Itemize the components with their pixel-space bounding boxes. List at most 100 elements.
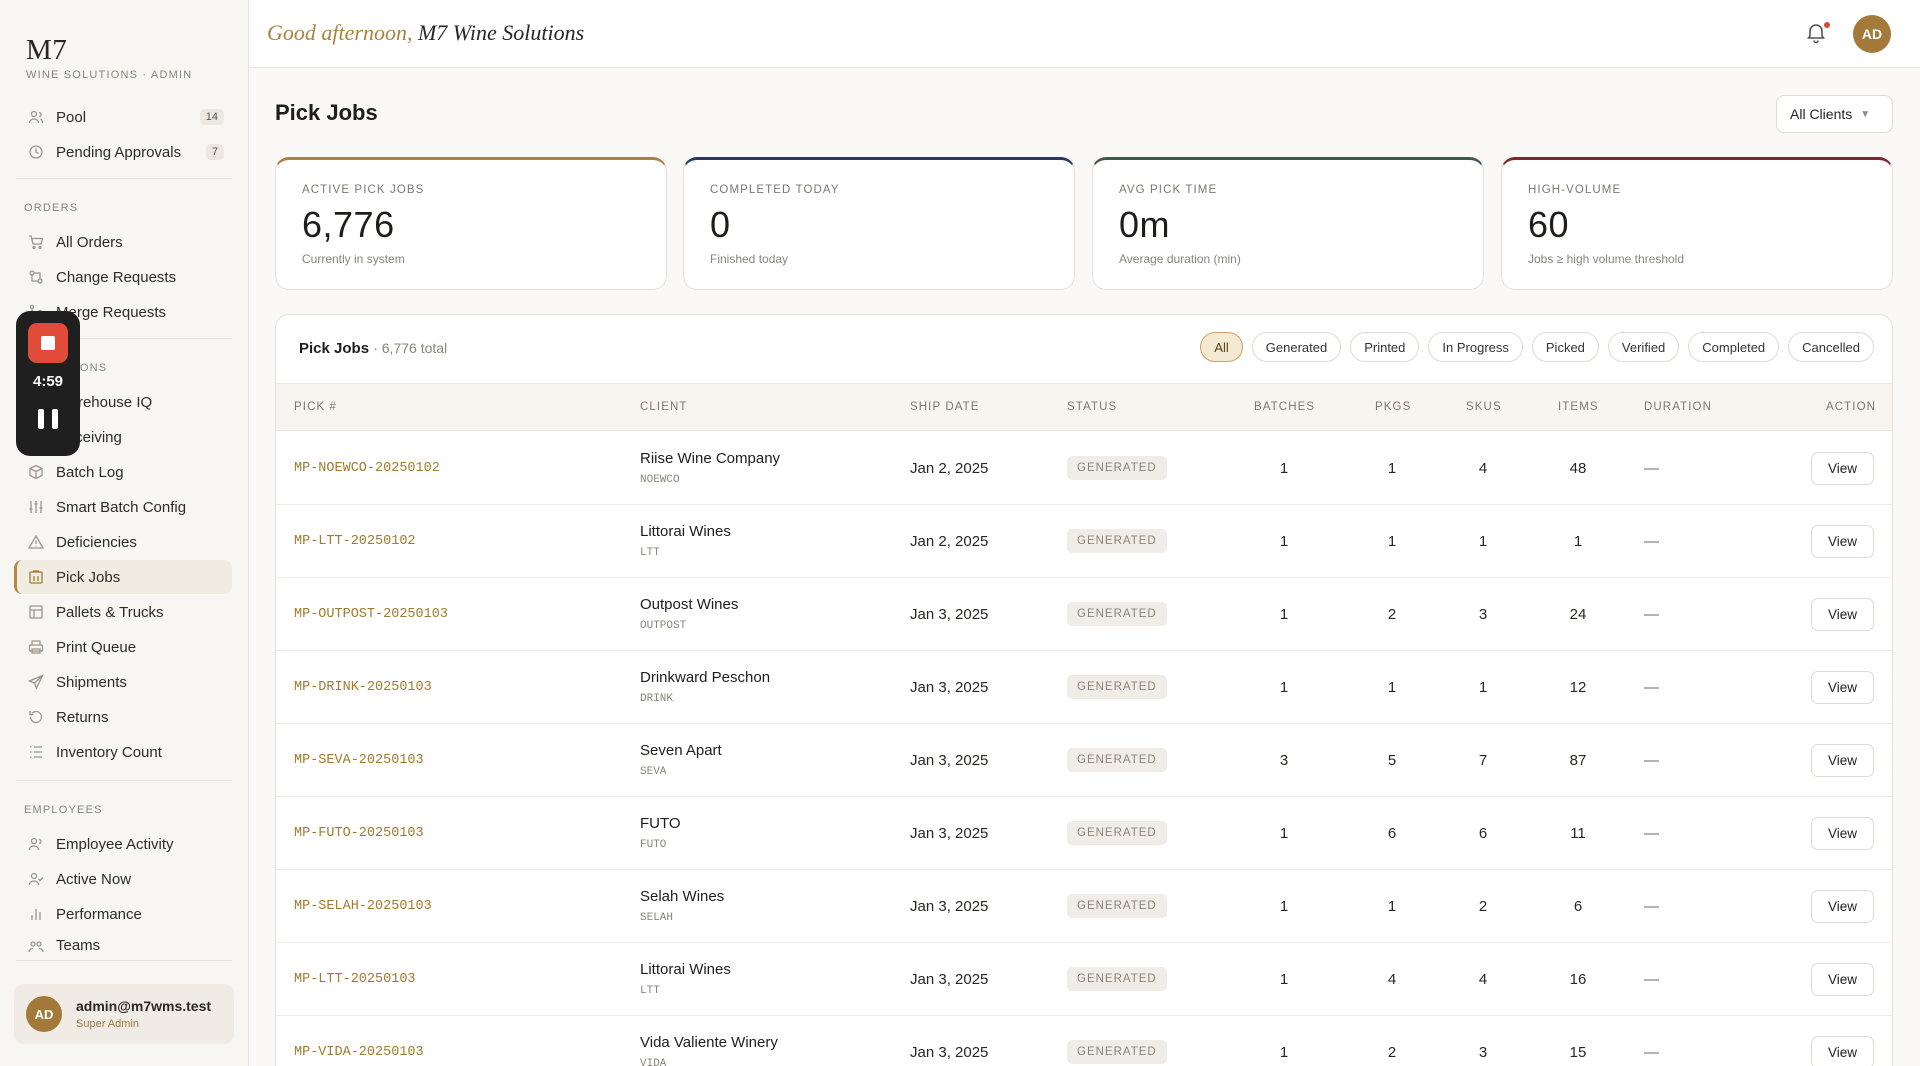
table-row[interactable]: MP-LTT-20250103 Littorai Wines LTT Jan 3, 2… xyxy=(276,943,1892,1016)
batches-count: 1 xyxy=(1279,898,1289,915)
sidebar-item-change-requests[interactable]: Change Requests xyxy=(14,260,232,294)
sidebar-item-performance[interactable]: Performance xyxy=(14,897,232,931)
view-button[interactable]: View xyxy=(1811,817,1874,850)
sidebar-item-smart-batch-config[interactable]: Smart Batch Config xyxy=(14,490,232,524)
client-name: Seven Apart xyxy=(640,742,722,759)
view-button[interactable]: View xyxy=(1811,452,1874,485)
client-name: Vida Valiente Winery xyxy=(640,1034,778,1051)
filter-chip-generated[interactable]: Generated xyxy=(1251,332,1342,362)
pick-number-link[interactable]: MP-LTT-20250102 xyxy=(294,534,416,549)
items-count: 87 xyxy=(1569,752,1587,769)
sidebar-item-pool[interactable]: Pool 14 xyxy=(14,100,232,134)
view-button[interactable]: View xyxy=(1811,671,1874,704)
sidebar-item-batch-log[interactable]: Batch Log xyxy=(14,455,232,489)
ship-date: Jan 3, 2025 xyxy=(910,971,989,988)
section-orders: ORDERS xyxy=(24,202,79,214)
view-button[interactable]: View xyxy=(1811,963,1874,996)
stop-recording-button[interactable] xyxy=(28,323,68,363)
ship-date: Jan 3, 2025 xyxy=(910,898,989,915)
view-button[interactable]: View xyxy=(1811,890,1874,923)
stat-card-high-volume: HIGH-VOLUME 60 Jobs ≥ high volume thresh… xyxy=(1501,157,1893,290)
pick-number-link[interactable]: MP-SELAH-20250103 xyxy=(294,899,432,914)
ship-date: Jan 3, 2025 xyxy=(910,606,989,623)
table-row[interactable]: MP-SELAH-20250103 Selah Wines SELAH Jan 3, … xyxy=(276,870,1892,943)
skus-count: 2 xyxy=(1478,898,1488,915)
bar-chart-icon xyxy=(28,906,44,922)
client-filter-select[interactable]: All Clients ▼ xyxy=(1776,95,1893,133)
batches-count: 1 xyxy=(1279,825,1289,842)
sidebar-item-pick-jobs[interactable]: Pick Jobs xyxy=(14,560,232,594)
stat-value: 0 xyxy=(710,204,731,245)
table-row[interactable]: MP-VIDA-20250103 Vida Valiente Winery VIDA… xyxy=(276,1016,1892,1066)
warning-icon xyxy=(28,534,44,550)
column-header-client[interactable]: CLIENT xyxy=(640,401,688,413)
sidebar-item-employee-activity[interactable]: Employee Activity xyxy=(14,827,232,861)
table-row[interactable]: MP-DRINK-20250103 Drinkward Peschon DRINK J… xyxy=(276,651,1892,724)
sidebar-item-deficiencies[interactable]: Deficiencies xyxy=(14,525,232,559)
column-header-ship-date[interactable]: SHIP DATE xyxy=(910,401,980,413)
sidebar-item-active-now[interactable]: Active Now xyxy=(14,862,232,896)
pick-number-link[interactable]: MP-LTT-20250103 xyxy=(294,972,416,987)
sidebar-item-label: Pallets & Trucks xyxy=(56,603,164,621)
filter-chip-completed[interactable]: Completed xyxy=(1688,332,1780,362)
sidebar-item-returns[interactable]: Returns xyxy=(14,700,232,734)
view-button[interactable]: View xyxy=(1811,598,1874,631)
column-header-pkgs[interactable]: PKGS xyxy=(1375,401,1411,413)
recording-timer: 4:59 xyxy=(32,373,64,390)
column-header-duration[interactable]: DURATION xyxy=(1644,401,1712,413)
pick-number-link[interactable]: MP-SEVA-20250103 xyxy=(294,753,424,768)
filter-chip-cancelled[interactable]: Cancelled xyxy=(1788,332,1874,362)
sidebar-item-all-orders[interactable]: All Orders xyxy=(14,225,232,259)
items-count: 12 xyxy=(1569,679,1587,696)
status-badge: GENERATED xyxy=(1067,894,1167,918)
sidebar-item-print-queue[interactable]: Print Queue xyxy=(14,630,232,664)
view-button[interactable]: View xyxy=(1811,525,1874,558)
column-header-pick[interactable]: PICK # xyxy=(294,401,337,413)
sidebar-item-inventory-count[interactable]: Inventory Count xyxy=(14,735,232,769)
table-row[interactable]: MP-NOEWCO-20250102 Riise Wine Company NOEW… xyxy=(276,432,1892,505)
brand-logo: M7 xyxy=(26,34,68,66)
view-button[interactable]: View xyxy=(1811,1036,1874,1066)
pick-number-link[interactable]: MP-DRINK-20250103 xyxy=(294,680,432,695)
header-avatar[interactable]: AD xyxy=(1853,15,1891,53)
column-header-skus[interactable]: SKUS xyxy=(1466,401,1502,413)
pick-number-link[interactable]: MP-OUTPOST-20250103 xyxy=(294,607,448,622)
users-icon xyxy=(28,836,44,852)
filter-chip-verified[interactable]: Verified xyxy=(1607,332,1680,362)
top-header: Good afternoon, M7 Wine Solutions AD xyxy=(249,0,1920,68)
stat-label: COMPLETED TODAY xyxy=(710,184,840,196)
pick-number-link[interactable]: MP-FUTO-20250103 xyxy=(294,826,424,841)
user-card[interactable]: AD admin@m7wms.test Super Admin xyxy=(14,984,234,1044)
status-badge: GENERATED xyxy=(1067,529,1167,553)
duration-value: — xyxy=(1644,679,1659,696)
sidebar-item-pallets-trucks[interactable]: Pallets & Trucks xyxy=(14,595,232,629)
filter-chip-printed[interactable]: Printed xyxy=(1350,332,1420,362)
column-header-items[interactable]: ITEMS xyxy=(1558,401,1599,413)
sidebar-item-teams[interactable]: Teams xyxy=(14,932,232,954)
table-row[interactable]: MP-LTT-20250102 Littorai Wines LTT Jan 2, 2… xyxy=(276,505,1892,578)
sidebar-item-label: Active Now xyxy=(56,870,132,888)
filter-chip-picked[interactable]: Picked xyxy=(1531,332,1599,362)
filter-chip-all[interactable]: All xyxy=(1200,332,1243,362)
duration-value: — xyxy=(1644,460,1659,477)
brand[interactable]: M7 WINE SOLUTIONS · ADMIN xyxy=(26,34,192,81)
column-header-status[interactable]: STATUS xyxy=(1067,401,1117,413)
view-button[interactable]: View xyxy=(1811,744,1874,777)
pick-number-link[interactable]: MP-VIDA-20250103 xyxy=(294,1045,424,1060)
client-code: LTT xyxy=(640,547,660,559)
filter-chip-in-progress[interactable]: In Progress xyxy=(1428,332,1523,362)
approvals-count-badge: 7 xyxy=(205,144,224,160)
table-row[interactable]: MP-OUTPOST-20250103 Outpost Wines OUTPOST J… xyxy=(276,578,1892,651)
table-row[interactable]: MP-SEVA-20250103 Seven Apart SEVA Jan 3, 20… xyxy=(276,724,1892,797)
sidebar-item-label: Pool xyxy=(56,108,87,126)
column-header-batches[interactable]: BATCHES xyxy=(1254,401,1315,413)
notifications-button[interactable] xyxy=(1804,20,1831,46)
sidebar-item-shipments[interactable]: Shipments xyxy=(14,665,232,699)
pause-recording-button[interactable] xyxy=(38,409,58,433)
stat-subtitle: Average duration (min) xyxy=(1119,252,1241,266)
table-row[interactable]: MP-FUTO-20250103 FUTO FUTO Jan 3, 2025 GENER… xyxy=(276,797,1892,870)
pick-number-link[interactable]: MP-NOEWCO-20250102 xyxy=(294,461,440,476)
sidebar-item-pending-approvals[interactable]: Pending Approvals 7 xyxy=(14,135,232,169)
skus-count: 1 xyxy=(1478,679,1488,696)
batches-count: 1 xyxy=(1279,606,1289,623)
